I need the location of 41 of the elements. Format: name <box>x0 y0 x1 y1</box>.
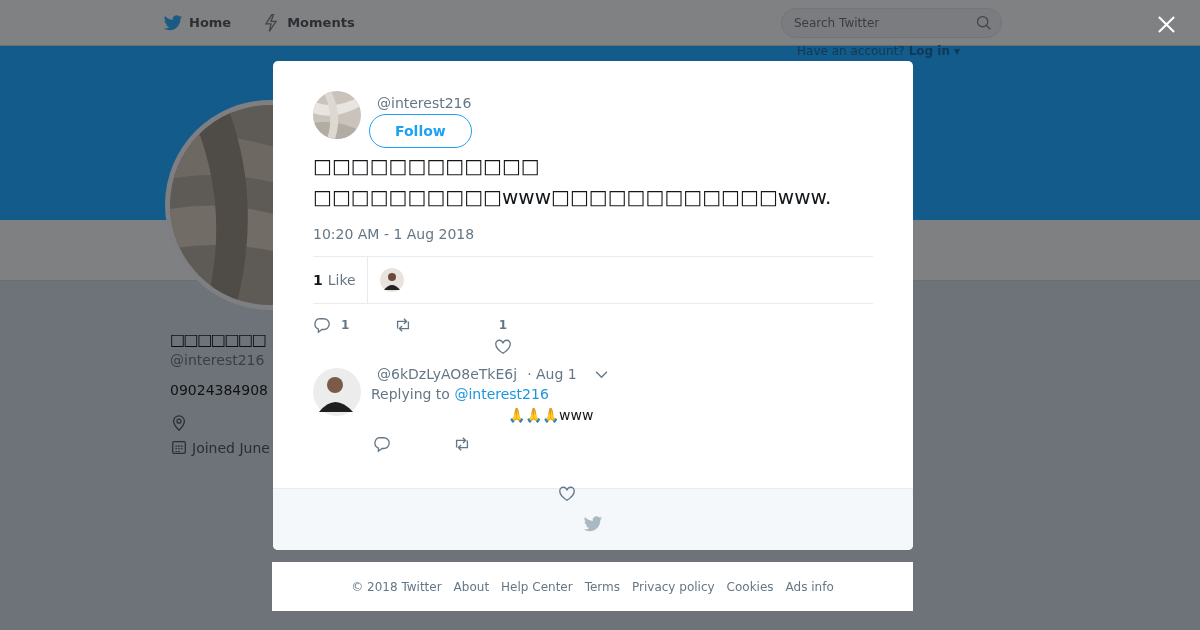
reply-icon[interactable] <box>373 435 391 453</box>
reply-date: · Aug 1 <box>527 366 577 382</box>
bird-icon <box>163 12 183 33</box>
footer-link[interactable]: Help Center <box>501 579 573 594</box>
footer-link[interactable]: About <box>453 579 490 594</box>
footer-link[interactable]: Privacy policy <box>632 579 715 594</box>
profile-bio: 09024384908 <box>170 382 268 398</box>
heart-icon[interactable] <box>558 485 576 503</box>
footer-link[interactable]: Terms <box>584 579 620 594</box>
profile-name: □□□□□□□ <box>170 329 266 351</box>
tweet-text: □□□□□□□□□□□□ <box>313 153 541 180</box>
reply-text: 🙏🙏🙏www <box>508 407 594 423</box>
likes-count[interactable]: 1 Like <box>313 257 368 303</box>
tweet-timestamp: 10:20 AM - 1 Aug 2018 <box>313 226 476 242</box>
copyright-text[interactable]: © 2018 Twitter <box>351 579 442 594</box>
footer-link[interactable]: Ads info <box>785 579 834 594</box>
user-handle: @interest216 <box>376 95 472 111</box>
bird-icon <box>583 514 603 534</box>
close-icon[interactable] <box>1157 15 1176 34</box>
avatar <box>313 368 361 416</box>
mention-link[interactable]: @interest216 <box>454 386 549 402</box>
search-field[interactable]: Search Twitter <box>781 7 1002 38</box>
nav-link[interactable]: Home <box>163 12 232 33</box>
avatar <box>379 268 404 292</box>
heart-icon[interactable] <box>494 338 512 356</box>
like-count: 1 <box>498 318 508 332</box>
search-icon <box>975 13 992 31</box>
chevron-down-icon[interactable] <box>594 369 608 379</box>
retweet-icon[interactable] <box>453 435 471 453</box>
reply-count: 1 <box>341 318 350 332</box>
replying-to-label: Replying to <box>371 386 450 402</box>
reply-icon[interactable] <box>313 316 331 334</box>
follow-button[interactable]: Follow <box>369 114 472 148</box>
location-pin-icon <box>170 414 188 432</box>
retweet-icon[interactable] <box>394 316 412 334</box>
user-handle: @6kDzLyAO8eTkE6j <box>376 366 518 382</box>
joined-date: Joined June <box>192 440 270 456</box>
calendar-icon <box>170 438 188 456</box>
tweet-text: □□□□□□□□□□www□□□□□□□□□□□□www. <box>313 184 833 211</box>
footer-link[interactable]: Cookies <box>726 579 774 594</box>
nav-link[interactable]: Moments <box>261 12 355 33</box>
